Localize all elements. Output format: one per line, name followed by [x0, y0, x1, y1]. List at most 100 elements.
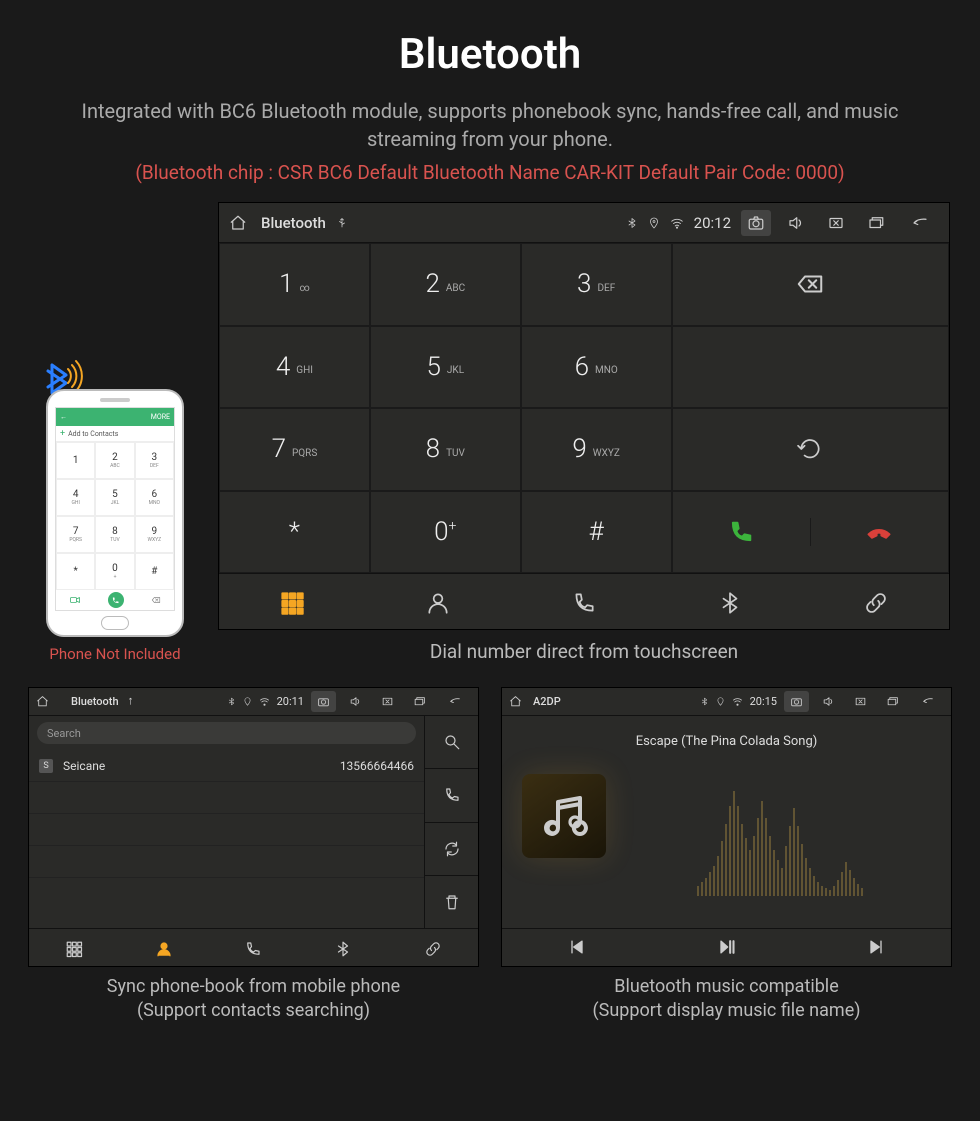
phone-key-#: #	[135, 553, 174, 590]
close-app-button[interactable]	[848, 691, 873, 712]
pb-title-text: Bluetooth	[71, 695, 119, 708]
dial-key-5[interactable]: 5JKL	[370, 326, 521, 409]
phone-back-icon: ←	[60, 413, 67, 421]
contact-number: 13566664466	[340, 759, 414, 773]
phone-add-contacts: + Add to Contacts	[56, 426, 174, 442]
bluetooth-status-icon	[700, 695, 709, 708]
tab-keypad[interactable]	[29, 929, 119, 968]
redial-button[interactable]	[672, 408, 949, 491]
dial-key-*[interactable]: *	[219, 491, 370, 574]
tab-bluetooth[interactable]	[657, 574, 803, 631]
camera-button[interactable]	[311, 691, 336, 712]
backspace-mini-icon	[151, 595, 161, 605]
page-title: Bluetooth	[0, 30, 980, 79]
call-button[interactable]	[673, 518, 810, 546]
album-art	[522, 774, 606, 858]
tab-call-log[interactable]	[209, 929, 299, 968]
volume-button[interactable]	[781, 210, 811, 236]
tab-pair[interactable]	[803, 574, 949, 631]
phone-key-*: *	[56, 553, 95, 590]
camera-button[interactable]	[741, 210, 771, 236]
tab-call-log[interactable]	[511, 574, 657, 631]
dial-key-2[interactable]: 2ABC	[370, 243, 521, 326]
phone-key-6: 6MNO	[135, 479, 174, 516]
wifi-icon	[732, 695, 743, 708]
tab-pair[interactable]	[388, 929, 478, 968]
location-icon	[648, 214, 660, 232]
tab-bluetooth[interactable]	[298, 929, 388, 968]
camera-button[interactable]	[784, 691, 809, 712]
dialer-screen: Bluetooth 20:12 1∞2ABC3DEF 4GHI5JKL6MNO 7P…	[218, 202, 950, 630]
hangup-button[interactable]	[810, 518, 948, 546]
phone-key-1: 1	[56, 442, 95, 479]
location-icon	[716, 695, 725, 708]
play-pause-button[interactable]	[716, 937, 736, 961]
phone-key-4: 4GHI	[56, 479, 95, 516]
dial-key-0[interactable]: 0+	[370, 491, 521, 574]
dial-key-1[interactable]: 1∞	[219, 243, 370, 326]
phone-column: ← MORE + Add to Contacts 12ABC3DEF 4GHI5J…	[30, 389, 200, 663]
page-description: Integrated with BC6 Bluetooth module, su…	[50, 97, 930, 153]
home-icon[interactable]	[229, 214, 247, 232]
search-input[interactable]: Search	[37, 722, 416, 744]
dial-key-9[interactable]: 9WXYZ	[521, 408, 672, 491]
volume-button[interactable]	[343, 691, 368, 712]
prev-track-button[interactable]	[567, 937, 587, 961]
usb-icon	[126, 695, 135, 708]
dial-keypad: 1∞2ABC3DEF 4GHI5JKL6MNO 7PQRS8TUV9WXYZ *0+#	[219, 243, 672, 573]
pb-caption: Sync phone-book from mobile phone(Suppor…	[107, 975, 400, 1024]
dial-key-8[interactable]: 8TUV	[370, 408, 521, 491]
close-app-button[interactable]	[821, 210, 851, 236]
main-caption: Dial number direct from touchscreen	[430, 640, 738, 663]
contact-name: Seicane	[63, 759, 105, 773]
tab-keypad[interactable]	[219, 574, 365, 631]
dial-key-4[interactable]: 4GHI	[219, 326, 370, 409]
location-icon	[243, 695, 252, 708]
dial-key-6[interactable]: 6MNO	[521, 326, 672, 409]
wifi-icon	[259, 695, 270, 708]
dial-key-3[interactable]: 3DEF	[521, 243, 672, 326]
search-button[interactable]	[425, 716, 478, 769]
home-icon[interactable]	[36, 695, 49, 708]
wifi-icon	[670, 214, 684, 232]
phone-key-9: 9WXYZ	[135, 516, 174, 553]
home-icon[interactable]	[509, 695, 522, 708]
phone-mock: ← MORE + Add to Contacts 12ABC3DEF 4GHI5J…	[46, 389, 184, 637]
song-title: Escape (The Pina Colada Song)	[636, 734, 818, 749]
phone-key-7: 7PQRS	[56, 516, 95, 553]
bluetooth-status-icon	[227, 695, 236, 708]
phone-key-0: 0+	[95, 553, 134, 590]
contact-letter-badge: S	[39, 759, 53, 773]
back-button[interactable]	[439, 691, 471, 712]
contact-row[interactable]: S Seicane 13566664466	[29, 750, 424, 782]
volume-button[interactable]	[816, 691, 841, 712]
backspace-button[interactable]	[672, 243, 949, 326]
music-screen: A2DP 20:15 Escape (The Pina Colada Song)	[501, 687, 952, 967]
call-contact-button[interactable]	[425, 769, 478, 822]
next-track-button[interactable]	[866, 937, 886, 961]
clock-time: 20:12	[694, 214, 731, 232]
music-status-bar: A2DP 20:15	[502, 688, 951, 716]
dial-key-7[interactable]: 7PQRS	[219, 408, 370, 491]
recent-apps-button[interactable]	[880, 691, 905, 712]
recent-apps-button[interactable]	[407, 691, 432, 712]
dial-key-#[interactable]: #	[521, 491, 672, 574]
delete-button[interactable]	[425, 876, 478, 928]
status-bar: Bluetooth 20:12	[219, 203, 949, 243]
phone-note: Phone Not Included	[49, 645, 180, 663]
page-specs: (Bluetooth chip : CSR BC6 Default Blueto…	[0, 161, 980, 184]
phone-key-5: 5JKL	[95, 479, 134, 516]
tab-contacts[interactable]	[119, 929, 209, 968]
phone-key-3: 3DEF	[135, 442, 174, 479]
back-button[interactable]	[901, 210, 939, 236]
tab-contacts[interactable]	[365, 574, 511, 631]
screen-title: Bluetooth	[261, 214, 326, 232]
phone-more-label: MORE	[151, 413, 170, 421]
phone-key-8: 8TUV	[95, 516, 134, 553]
visualizer	[622, 776, 937, 896]
phone-key-2: 2ABC	[95, 442, 134, 479]
recent-apps-button[interactable]	[861, 210, 891, 236]
close-app-button[interactable]	[375, 691, 400, 712]
sync-button[interactable]	[425, 823, 478, 876]
back-button[interactable]	[912, 691, 944, 712]
